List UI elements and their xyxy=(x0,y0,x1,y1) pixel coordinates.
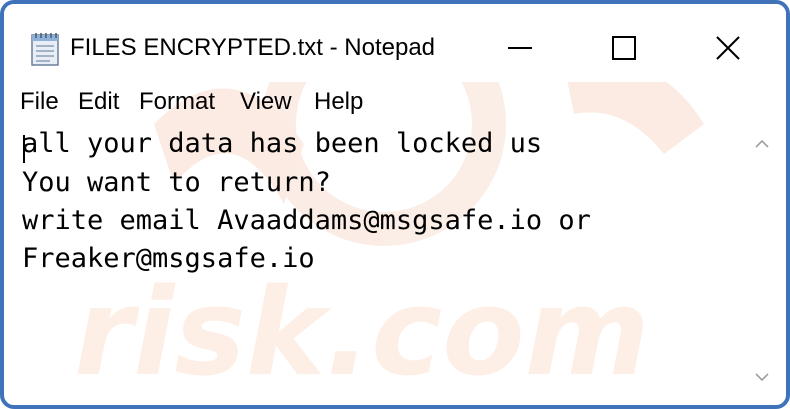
editor-line: all your data has been locked us xyxy=(22,128,543,159)
text-editor-area[interactable]: all your data has been locked us You wan… xyxy=(4,124,742,401)
menu-file[interactable]: File xyxy=(20,88,59,116)
menu-bar: File Edit Format View Help xyxy=(4,88,786,120)
menu-edit[interactable]: Edit xyxy=(78,88,119,116)
notepad-window: risk.com FILES ENCRYPTED.txt - Notepad F… xyxy=(0,0,790,409)
text-caret xyxy=(23,135,25,163)
close-button[interactable] xyxy=(702,26,754,70)
title-bar[interactable]: FILES ENCRYPTED.txt - Notepad xyxy=(4,4,786,82)
minimize-button[interactable] xyxy=(494,26,546,70)
window-title: FILES ENCRYPTED.txt - Notepad xyxy=(70,34,436,61)
vertical-scrollbar[interactable] xyxy=(744,124,780,397)
editor-line: write email Avaaddams@msgsafe.io or xyxy=(22,205,591,236)
maximize-button[interactable] xyxy=(598,26,650,70)
chevron-down-icon[interactable] xyxy=(752,367,772,387)
menu-view[interactable]: View xyxy=(240,88,292,116)
editor-line: Freaker@msgsafe.io xyxy=(22,243,315,274)
editor-line: You want to return? xyxy=(22,167,331,198)
notepad-icon xyxy=(28,31,62,67)
menu-format[interactable]: Format xyxy=(139,88,215,116)
maximize-icon xyxy=(612,36,636,60)
menu-help[interactable]: Help xyxy=(314,88,363,116)
close-icon xyxy=(716,36,740,60)
chevron-up-icon[interactable] xyxy=(752,134,772,154)
minimize-icon xyxy=(508,47,532,49)
